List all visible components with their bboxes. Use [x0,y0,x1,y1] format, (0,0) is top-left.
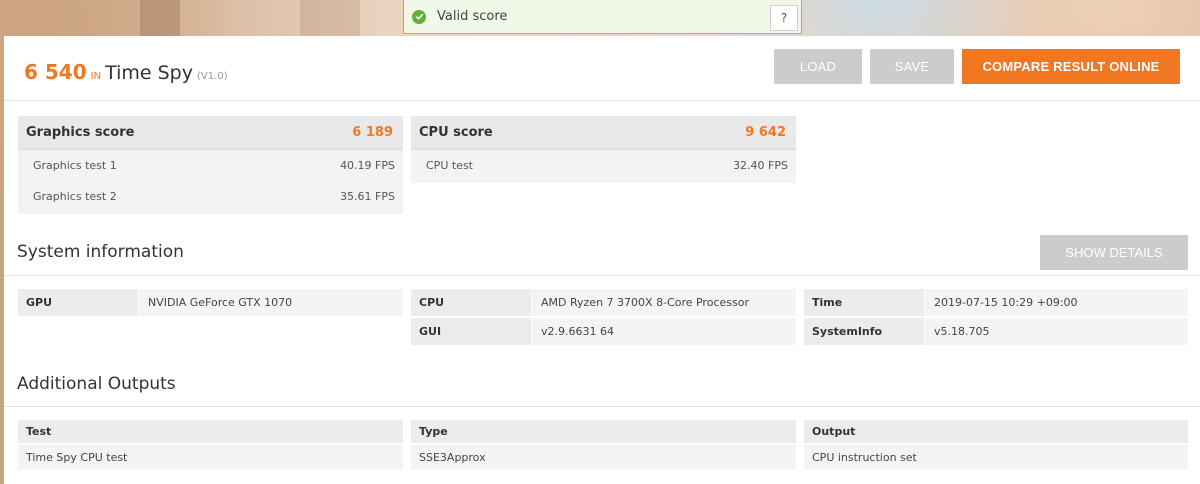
time-value: 2019-07-15 10:29 +09:00 [925,289,1188,316]
gui-key: GUI [411,318,531,345]
system-information-title: System information [17,242,184,262]
gpu-key: GPU [18,289,138,316]
valid-score-label: Valid score [437,9,508,24]
test-value: 32.40 FPS [733,159,788,172]
graphics-score-table: Graphics score 6 189 Graphics test 1 40.… [18,116,403,214]
graphics-score-label: Graphics score [26,125,135,140]
test-value: 40.19 FPS [340,159,395,172]
additional-outputs-title: Additional Outputs [17,374,176,394]
cpu-score-value: 9 642 [745,125,786,140]
cpu-score-label: CPU score [419,125,493,140]
benchmark-name: Time Spy [105,62,193,84]
test-name: CPU test [426,159,473,172]
check-circle-icon [412,9,426,24]
divider [4,406,1200,407]
table-row: Graphics test 2 35.61 FPS [18,181,403,212]
table-cell-output: CPU instruction set [804,445,1188,470]
show-details-button[interactable]: SHOW DETAILS [1040,235,1188,270]
benchmark-version: (V1.0) [196,71,228,82]
graphics-score-value: 6 189 [352,125,393,140]
graphics-score-header: Graphics score 6 189 [18,116,403,150]
table-cell-type: SSE3Approx [411,445,796,470]
result-title: 6 540 IN Time Spy (V1.0) [24,60,228,84]
divider [4,275,1200,276]
gpu-value: NVIDIA GeForce GTX 1070 [139,289,403,316]
cpu-score-header: CPU score 9 642 [411,116,796,150]
load-button[interactable]: LOAD [774,49,862,84]
table-cell-test: Time Spy CPU test [18,445,403,470]
result-panel: 6 540 IN Time Spy (V1.0) LOAD SAVE COMPA… [4,36,1200,484]
test-name: Graphics test 2 [33,190,117,203]
time-key: Time [804,289,924,316]
result-header: 6 540 IN Time Spy (V1.0) LOAD SAVE COMPA… [4,36,1200,101]
column-header-type: Type [411,420,796,443]
cpu-score-table: CPU score 9 642 CPU test 32.40 FPS [411,116,796,183]
save-button[interactable]: SAVE [870,49,954,84]
table-row: CPU test 32.40 FPS [411,150,796,181]
help-button[interactable]: ? [770,5,798,31]
column-header-test: Test [18,420,403,443]
cpu-key: CPU [411,289,531,316]
overall-score: 6 540 [24,60,87,84]
valid-score-bar: Valid score ? [403,0,802,34]
banner-decoration [300,0,360,36]
test-value: 35.61 FPS [340,190,395,203]
banner-decoration [140,0,180,36]
compare-result-online-button[interactable]: COMPARE RESULT ONLINE [962,49,1180,84]
cpu-value: AMD Ryzen 7 3700X 8-Core Processor [532,289,796,316]
test-name: Graphics test 1 [33,159,117,172]
gui-value: v2.9.6631 64 [532,318,796,345]
in-label: IN [90,71,102,82]
table-row: Graphics test 1 40.19 FPS [18,150,403,181]
systeminfo-key: SystemInfo [804,318,924,345]
column-header-output: Output [804,420,1188,443]
systeminfo-value: v5.18.705 [925,318,1188,345]
